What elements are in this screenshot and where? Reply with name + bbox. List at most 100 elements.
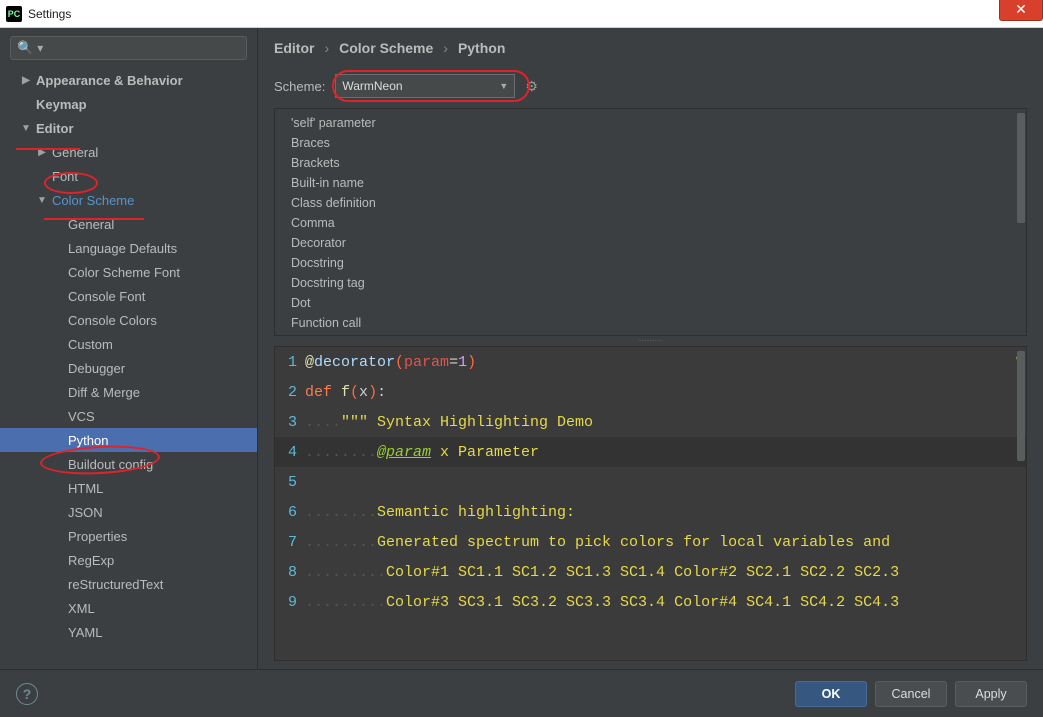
gutter-number: 7 [275,534,305,551]
attribute-row[interactable]: Comma [275,213,1026,233]
sidebar-item-label: General [52,145,98,160]
sidebar-item-html[interactable]: HTML [0,476,257,500]
caret-right-icon: ▶ [20,75,32,86]
sidebar-item-debugger[interactable]: Debugger [0,356,257,380]
sidebar-item-general[interactable]: ▶General [0,140,257,164]
gutter-number: 2 [275,384,305,401]
sidebar-item-console-colors[interactable]: Console Colors [0,308,257,332]
close-button[interactable]: ✕ [999,0,1043,21]
sidebar-item-yaml[interactable]: YAML [0,620,257,644]
apply-button[interactable]: Apply [955,681,1027,707]
settings-tree[interactable]: ▶Appearance & BehaviorKeymap▼Editor▶Gene… [0,68,257,669]
content-pane: Editor › Color Scheme › Python Scheme: W… [258,28,1043,669]
attribute-row[interactable]: Dot [275,293,1026,313]
sidebar-item-label: Font [52,169,78,184]
code-line: 3....""" Syntax Highlighting Demo [275,407,1026,437]
gutter-number: 5 [275,474,305,491]
scrollbar-thumb[interactable] [1017,351,1025,461]
settings-sidebar: 🔍 ▾ ▶Appearance & BehaviorKeymap▼Editor▶… [0,28,258,669]
chevron-down-icon: ▼ [499,81,508,91]
sidebar-item-keymap[interactable]: Keymap [0,92,257,116]
scrollbar-thumb[interactable] [1017,113,1025,223]
sidebar-item-restructuredtext[interactable]: reStructuredText [0,572,257,596]
attribute-row[interactable]: Braces [275,133,1026,153]
sidebar-item-regexp[interactable]: RegExp [0,548,257,572]
code-line: 5 [275,467,1026,497]
code-line: 1@decorator(param=1) [275,347,1026,377]
attribute-row[interactable]: Docstring tag [275,273,1026,293]
sidebar-item-label: Keymap [36,97,87,112]
ok-button[interactable]: OK [795,681,867,707]
attribute-row[interactable]: Docstring [275,253,1026,273]
breadcrumb-python[interactable]: Python [458,40,505,56]
chevron-right-icon: › [324,40,329,56]
scheme-dropdown[interactable]: WarmNeon ▼ [335,74,515,98]
attribute-row[interactable]: Function call [275,313,1026,333]
sidebar-item-diff-merge[interactable]: Diff & Merge [0,380,257,404]
sidebar-item-label: Console Colors [68,313,157,328]
sidebar-item-editor[interactable]: ▼Editor [0,116,257,140]
code-line: 7........Generated spectrum to pick colo… [275,527,1026,557]
breadcrumb: Editor › Color Scheme › Python [258,28,1043,68]
gutter-number: 9 [275,594,305,611]
sidebar-item-general[interactable]: General [0,212,257,236]
sidebar-item-buildout-config[interactable]: Buildout config [0,452,257,476]
attribute-row[interactable]: Decorator [275,233,1026,253]
sidebar-item-label: General [68,217,114,232]
code-text: .........Color#1 SC1.1 SC1.2 SC1.3 SC1.4… [305,564,899,581]
sidebar-item-xml[interactable]: XML [0,596,257,620]
sidebar-item-json[interactable]: JSON [0,500,257,524]
window-title: Settings [28,7,71,21]
sidebar-item-appearance-behavior[interactable]: ▶Appearance & Behavior [0,68,257,92]
gutter-number: 3 [275,414,305,431]
attribute-list[interactable]: 'self' parameterBracesBracketsBuilt-in n… [275,109,1026,335]
sidebar-item-language-defaults[interactable]: Language Defaults [0,236,257,260]
help-button[interactable]: ? [16,683,38,705]
sidebar-item-label: Python [68,433,108,448]
search-input[interactable]: 🔍 ▾ [10,36,247,60]
settings-window: PC Settings ✕ 🔍 ▾ ▶Appearance & Behavior… [0,0,1043,717]
code-text: ........@param x Parameter [305,444,539,461]
attribute-row[interactable]: Class definition [275,193,1026,213]
sidebar-item-vcs[interactable]: VCS [0,404,257,428]
sidebar-item-label: YAML [68,625,102,640]
sidebar-item-properties[interactable]: Properties [0,524,257,548]
code-line: 4........@param x Parameter [275,437,1026,467]
sidebar-item-label: HTML [68,481,103,496]
breadcrumb-editor[interactable]: Editor [274,40,314,56]
attribute-row[interactable]: Built-in name [275,173,1026,193]
sidebar-item-console-font[interactable]: Console Font [0,284,257,308]
sidebar-item-python[interactable]: Python [0,428,257,452]
sidebar-item-color-scheme[interactable]: ▼Color Scheme [0,188,257,212]
cancel-button[interactable]: Cancel [875,681,947,707]
code-text: def f(x): [305,384,386,401]
sidebar-item-font[interactable]: Font [0,164,257,188]
scrollbar[interactable] [1016,113,1026,331]
sidebar-item-label: Language Defaults [68,241,177,256]
code-text: .........Color#3 SC3.1 SC3.2 SC3.3 SC3.4… [305,594,899,611]
code-line: 9.........Color#3 SC3.1 SC3.2 SC3.3 SC3.… [275,587,1026,617]
breadcrumb-color-scheme[interactable]: Color Scheme [339,40,433,56]
scrollbar[interactable] [1016,351,1026,640]
gear-icon[interactable]: ⚙ [525,78,538,95]
sidebar-item-label: Color Scheme [52,193,134,208]
attribute-row[interactable]: 'self' parameter [275,113,1026,133]
code-text: ........Semantic highlighting: [305,504,575,521]
sidebar-item-label: Diff & Merge [68,385,140,400]
sidebar-item-label: reStructuredText [68,577,163,592]
code-preview: ✔ 1@decorator(param=1)2def f(x):3...."""… [274,346,1027,661]
sidebar-item-label: Custom [68,337,113,352]
split-handle[interactable]: ⋯⋯⋯ [258,336,1043,344]
search-icon: 🔍 [17,40,33,56]
sidebar-item-color-scheme-font[interactable]: Color Scheme Font [0,260,257,284]
sidebar-item-label: Color Scheme Font [68,265,180,280]
scheme-row: Scheme: WarmNeon ▼ ⚙ [258,68,1043,104]
sidebar-item-label: RegExp [68,553,114,568]
sidebar-item-label: Console Font [68,289,145,304]
app-icon: PC [6,6,22,22]
scheme-label: Scheme: [274,79,325,94]
sidebar-item-label: Debugger [68,361,125,376]
attribute-row[interactable]: Brackets [275,153,1026,173]
titlebar: PC Settings ✕ [0,0,1043,28]
sidebar-item-custom[interactable]: Custom [0,332,257,356]
